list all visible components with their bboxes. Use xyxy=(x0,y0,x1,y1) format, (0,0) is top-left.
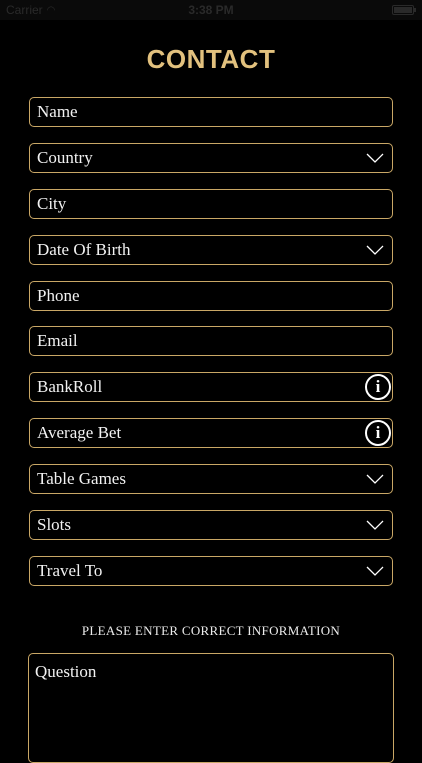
country-placeholder: Country xyxy=(37,148,93,167)
status-time: 3:38 PM xyxy=(188,3,234,17)
country-select[interactable]: Country xyxy=(29,143,393,173)
question-placeholder: Question xyxy=(35,662,97,681)
travel-to-select[interactable]: Travel To xyxy=(29,556,393,586)
slots-placeholder: Slots xyxy=(37,515,72,534)
battery-icon xyxy=(392,5,416,15)
chevron-down-icon xyxy=(366,474,384,484)
chevron-down-icon xyxy=(366,520,384,530)
name-placeholder: Name xyxy=(37,102,78,121)
slots-select[interactable]: Slots xyxy=(29,510,393,540)
bankroll-info-icon[interactable]: i xyxy=(365,374,391,400)
phone-field[interactable]: Phone xyxy=(29,281,393,311)
chevron-down-icon xyxy=(366,153,384,163)
status-bar: Carrier ◠ 3:38 PM xyxy=(0,0,422,20)
bankroll-field[interactable]: BankRoll i xyxy=(29,372,393,402)
date-of-birth-placeholder: Date Of Birth xyxy=(37,240,131,259)
table-games-placeholder: Table Games xyxy=(37,469,126,488)
average-bet-field[interactable]: Average Bet i xyxy=(29,418,393,448)
question-textarea[interactable]: Question xyxy=(28,653,394,763)
validation-notice: PLEASE ENTER CORRECT INFORMATION xyxy=(81,623,341,638)
chevron-down-icon xyxy=(366,245,384,255)
page-title: CONTACT xyxy=(146,44,276,74)
date-of-birth-select[interactable]: Date Of Birth xyxy=(29,235,393,265)
average-bet-placeholder: Average Bet xyxy=(37,423,122,442)
bankroll-placeholder: BankRoll xyxy=(37,377,103,396)
average-bet-info-icon[interactable]: i xyxy=(365,420,391,446)
table-games-select[interactable]: Table Games xyxy=(29,464,393,494)
name-field[interactable]: Name xyxy=(29,97,393,127)
phone-placeholder: Phone xyxy=(37,286,80,305)
city-placeholder: City xyxy=(37,194,67,213)
chevron-down-icon xyxy=(366,566,384,576)
city-field[interactable]: City xyxy=(29,189,393,219)
email-field[interactable]: Email xyxy=(29,326,393,356)
email-placeholder: Email xyxy=(37,331,78,350)
travel-to-placeholder: Travel To xyxy=(37,561,103,580)
